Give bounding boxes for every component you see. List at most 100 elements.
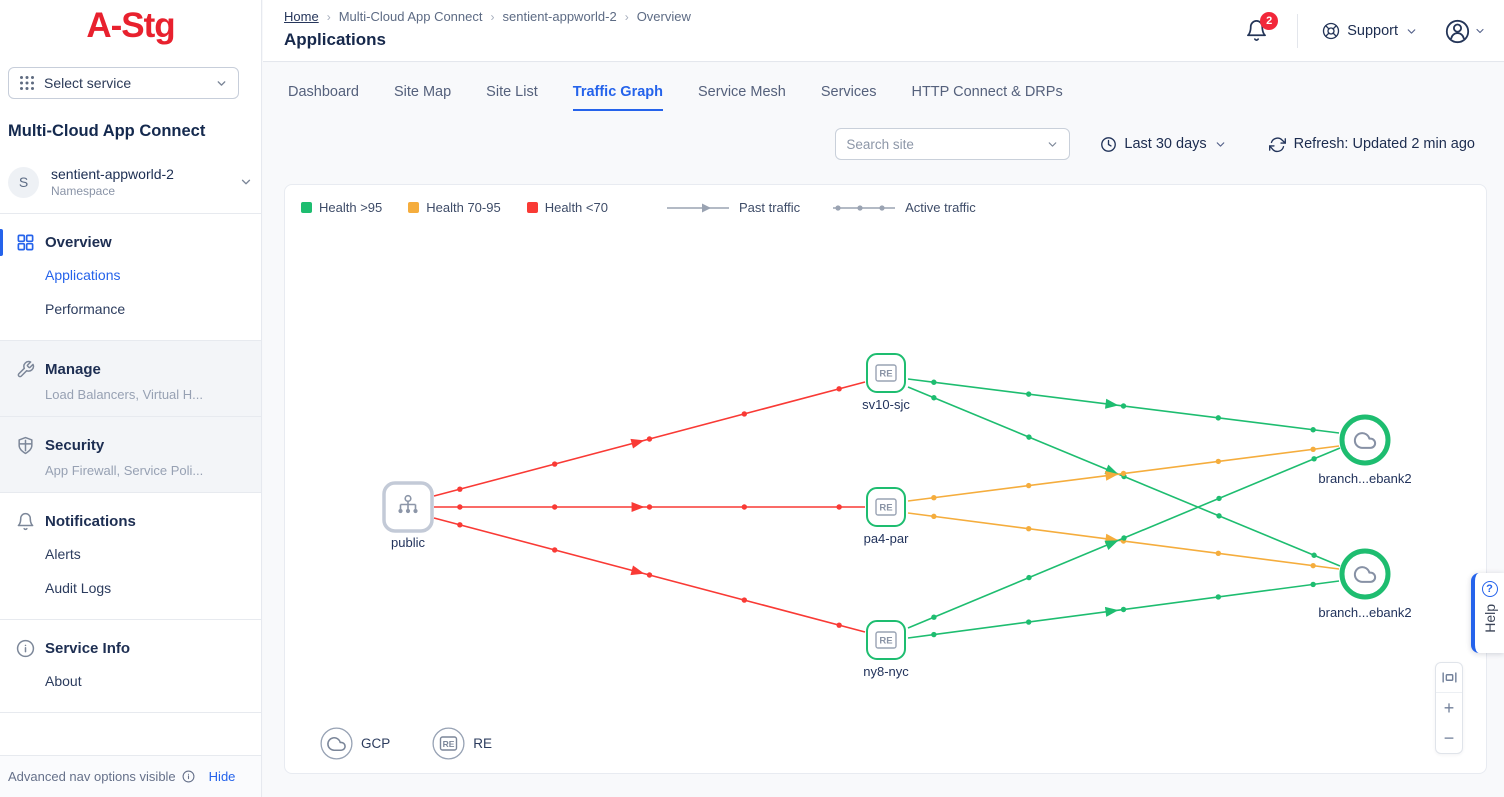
namespace-type-label: Namespace bbox=[51, 184, 227, 198]
graph-node-cloud-bottom[interactable]: branch...ebank2 bbox=[1318, 551, 1411, 620]
namespace-selector[interactable]: S sentient-appworld-2 Namespace bbox=[8, 160, 253, 204]
site-search-combobox[interactable] bbox=[835, 128, 1070, 160]
tab-dashboard[interactable]: Dashboard bbox=[288, 84, 359, 111]
divider bbox=[1297, 14, 1298, 48]
top-header: Home › Multi-Cloud App Connect › sentien… bbox=[263, 0, 1504, 62]
nav-section-notifications: Notifications Alerts Audit Logs bbox=[0, 493, 261, 619]
cloud-icon bbox=[320, 727, 353, 760]
sidebar-item-audit-logs[interactable]: Audit Logs bbox=[0, 571, 261, 605]
grid-icon bbox=[16, 233, 35, 252]
user-menu[interactable] bbox=[1444, 18, 1486, 45]
tab-traffic-graph[interactable]: Traffic Graph bbox=[573, 84, 663, 111]
advanced-nav-footer: Advanced nav options visible Hide bbox=[0, 755, 261, 797]
breadcrumb-home[interactable]: Home bbox=[284, 9, 319, 24]
search-input[interactable] bbox=[846, 137, 1046, 152]
time-range-label: Last 30 days bbox=[1124, 136, 1206, 152]
time-range-dropdown[interactable]: Last 30 days bbox=[1100, 136, 1226, 153]
zoom-controls: + − bbox=[1435, 662, 1463, 754]
select-service-label: Select service bbox=[44, 75, 206, 91]
breadcrumb-separator: › bbox=[625, 10, 629, 24]
graph-edge-public-ny8-nyc bbox=[434, 518, 865, 632]
sidebar-nav: Overview Applications Performance Manage… bbox=[0, 213, 261, 755]
svg-text:RE: RE bbox=[879, 636, 892, 647]
tab-site-list[interactable]: Site List bbox=[486, 84, 538, 111]
tab-services[interactable]: Services bbox=[821, 84, 877, 111]
breadcrumb: Home › Multi-Cloud App Connect › sentien… bbox=[284, 9, 691, 24]
sidebar-item-about[interactable]: About bbox=[0, 664, 261, 698]
graph-node-pa4-par[interactable]: REpa4-par bbox=[864, 488, 909, 546]
help-label: Help bbox=[1482, 604, 1498, 633]
header-actions: 2 Support bbox=[1245, 0, 1486, 62]
chevron-down-icon bbox=[1214, 138, 1227, 151]
breadcrumb-item[interactable]: sentient-appworld-2 bbox=[503, 9, 617, 24]
chevron-down-icon bbox=[239, 175, 253, 189]
tab-http-connect-drps[interactable]: HTTP Connect & DRPs bbox=[911, 84, 1062, 111]
namespace-name: sentient-appworld-2 bbox=[51, 166, 227, 182]
svg-text:RE: RE bbox=[443, 739, 455, 749]
graph-node-ny8-nyc[interactable]: RE ny8-nyc bbox=[863, 621, 909, 679]
zoom-out-button[interactable]: − bbox=[1436, 723, 1462, 753]
breadcrumb-item[interactable]: Multi-Cloud App Connect bbox=[339, 9, 483, 24]
re-icon: RE bbox=[432, 727, 465, 760]
fit-to-screen-button[interactable] bbox=[1436, 663, 1462, 693]
traffic-graph-canvas[interactable]: publicREsv10-sjcREpa4-parREny8-nycbranch… bbox=[285, 185, 1489, 775]
advanced-nav-text: Advanced nav options visible bbox=[8, 769, 176, 784]
chevron-down-icon bbox=[1405, 25, 1418, 38]
sidebar-item-overview[interactable]: Overview bbox=[0, 227, 261, 258]
refresh-icon bbox=[1269, 136, 1286, 153]
graph-edge-pa4-par-cloud-top bbox=[908, 446, 1339, 501]
info-icon bbox=[182, 770, 195, 783]
refresh-button[interactable]: Refresh: Updated 2 min ago bbox=[1269, 136, 1475, 153]
graph-controls: Last 30 days Refresh: Updated 2 min ago bbox=[284, 128, 1475, 160]
support-menu[interactable]: Support bbox=[1322, 22, 1418, 40]
sidebar-item-applications[interactable]: Applications bbox=[0, 258, 261, 292]
nav-label: Overview bbox=[45, 234, 112, 251]
tab-bar: Dashboard Site Map Site List Traffic Gra… bbox=[263, 63, 1504, 111]
refresh-status-label: Refresh: Updated 2 min ago bbox=[1294, 136, 1475, 152]
graph-node-sv10-sjc[interactable]: REsv10-sjc bbox=[862, 354, 910, 412]
sidebar-item-performance[interactable]: Performance bbox=[0, 292, 261, 326]
nav-section-security: Security App Firewall, Service Poli... bbox=[0, 417, 261, 492]
support-label: Support bbox=[1347, 23, 1398, 39]
active-indicator bbox=[0, 229, 3, 256]
user-avatar-icon bbox=[1444, 18, 1471, 45]
wrench-icon bbox=[16, 360, 35, 379]
tab-site-map[interactable]: Site Map bbox=[394, 84, 451, 111]
notifications-button[interactable]: 2 bbox=[1245, 19, 1269, 43]
select-service-dropdown[interactable]: Select service bbox=[8, 67, 239, 99]
notification-count-badge: 2 bbox=[1260, 12, 1278, 30]
main-content: Dashboard Site Map Site List Traffic Gra… bbox=[263, 63, 1504, 797]
zoom-in-button[interactable]: + bbox=[1436, 693, 1462, 723]
node-label: ny8-nyc bbox=[863, 664, 909, 679]
legend-gcp: GCP bbox=[320, 727, 390, 760]
clock-icon bbox=[1100, 136, 1117, 153]
nav-subtitle: Load Balancers, Virtual H... bbox=[0, 385, 261, 402]
graph-edge-public-sv10-sjc bbox=[434, 382, 865, 496]
hide-nav-link[interactable]: Hide bbox=[209, 769, 236, 784]
nav-label: Service Info bbox=[45, 640, 130, 657]
chevron-down-icon bbox=[1046, 138, 1059, 151]
node-label: public bbox=[391, 535, 425, 550]
node-type-legend: GCP RE RE bbox=[320, 727, 492, 760]
namespace-avatar: S bbox=[8, 167, 39, 198]
svg-text:RE: RE bbox=[879, 503, 892, 514]
sidebar-item-alerts[interactable]: Alerts bbox=[0, 537, 261, 571]
node-label: branch...ebank2 bbox=[1318, 605, 1411, 620]
legend-label: RE bbox=[473, 736, 492, 751]
nav-subtitle: App Firewall, Service Poli... bbox=[0, 461, 261, 478]
sidebar-item-notifications[interactable]: Notifications bbox=[0, 506, 261, 537]
nav-label: Manage bbox=[45, 361, 101, 378]
nav-section-service-info: Service Info About bbox=[0, 620, 261, 712]
help-tab[interactable]: ? Help bbox=[1471, 573, 1504, 653]
sidebar-item-manage[interactable]: Manage bbox=[0, 354, 261, 385]
svg-text:RE: RE bbox=[879, 369, 892, 380]
sidebar-item-service-info[interactable]: Service Info bbox=[0, 633, 261, 664]
graph-node-public[interactable]: public bbox=[384, 483, 432, 550]
shield-icon bbox=[16, 436, 35, 455]
tab-service-mesh[interactable]: Service Mesh bbox=[698, 84, 786, 111]
graph-edge-public-pa4-par bbox=[434, 502, 865, 512]
sidebar-item-security[interactable]: Security bbox=[0, 430, 261, 461]
product-title: Multi-Cloud App Connect bbox=[8, 122, 205, 141]
nav-label: Security bbox=[45, 437, 104, 454]
graph-edge-ny8-nyc-cloud-bottom bbox=[908, 581, 1339, 638]
